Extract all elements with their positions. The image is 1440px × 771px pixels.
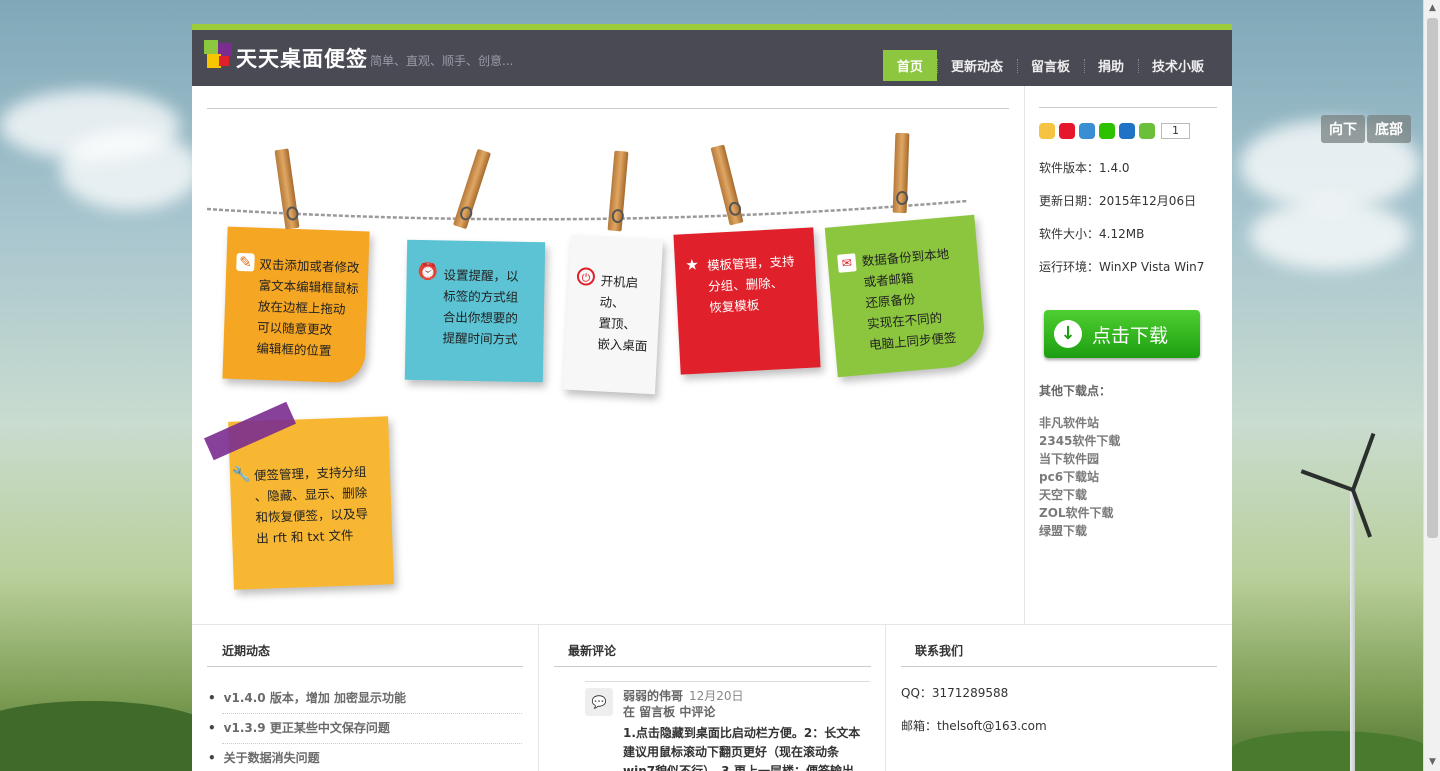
- other-download-title: 其他下载点：: [1039, 384, 1112, 398]
- note-text: 模板管理，支持 分组、删除、 恢复模板: [706, 253, 795, 315]
- footer: 近期动态 v1.4.0 版本，增加 加密显示功能 v1.3.9 更正某些中文保存…: [192, 624, 1232, 771]
- contact-email[interactable]: 邮箱：thelsoft@163.com: [901, 717, 1047, 734]
- note-text: 双击添加或者修改 富文本编辑框鼠标 放在边框上拖动 可以随意更改 编辑框的位置: [256, 256, 360, 359]
- download-site-link[interactable]: ZOL软件下载: [1039, 504, 1120, 522]
- site-slogan: 简单、直观、顺手、创意...: [370, 54, 514, 68]
- nav-updates[interactable]: 更新动态: [936, 50, 1017, 81]
- latest-comments-section: 最新评论 💬 弱弱的伟哥 12月20日 在 留言板 中评论 1.点击隐藏到桌面比启…: [538, 625, 885, 771]
- news-link[interactable]: v1.4.0 版本，增加 加密显示功能: [222, 684, 522, 714]
- scrollbar-thumb[interactable]: [1427, 18, 1438, 538]
- scroll-down-arrow-icon[interactable]: ▼: [1424, 754, 1440, 771]
- more-share-icon[interactable]: [1139, 123, 1155, 139]
- share-bar: 1: [1039, 123, 1190, 139]
- site-title[interactable]: 天天桌面便签: [236, 43, 368, 73]
- wind-turbine-icon: [1350, 490, 1355, 771]
- download-button[interactable]: ↓ 点击下载: [1044, 310, 1200, 358]
- background-trees: [0, 701, 220, 771]
- update-date: 更新日期：2015年12月06日: [1039, 194, 1197, 208]
- software-version: 软件版本：1.4.0: [1039, 161, 1130, 175]
- clothespin-icon: [892, 132, 910, 214]
- scroll-down-button[interactable]: 向下: [1321, 115, 1365, 143]
- download-site-link[interactable]: 天空下载: [1039, 486, 1120, 504]
- news-list: v1.4.0 版本，增加 加密显示功能 v1.3.9 更正某些中文保存问题 关于…: [222, 684, 522, 771]
- contact-qq: QQ：3171289588: [901, 686, 1009, 700]
- comment-divider: [585, 681, 870, 682]
- news-link[interactable]: v1.3.9 更正某些中文保存问题: [222, 714, 522, 744]
- wrench-icon: 🔧: [231, 465, 251, 484]
- section-divider: [207, 666, 523, 667]
- comment-author[interactable]: 弱弱的伟哥: [623, 689, 683, 703]
- contact-section: 联系我们 QQ：3171289588 邮箱：thelsoft@163.com: [885, 625, 1232, 771]
- comment-body[interactable]: 1.点击隐藏到桌面比启动栏方便。2：长文本建议用鼠标滚动下翻页更好（现在滚动条w…: [623, 724, 871, 771]
- float-nav: 向下 底部: [1321, 115, 1411, 143]
- site-header: 天天桌面便签 简单、直观、顺手、创意... 首页 更新动态 留言板 捐助 技术小…: [192, 30, 1232, 86]
- page-scrollbar[interactable]: ▲ ▼: [1423, 0, 1440, 771]
- nav-tech[interactable]: 技术小贩: [1137, 50, 1218, 81]
- feature-note-edit: ✎ 双击添加或者修改 富文本编辑框鼠标 放在边框上拖动 可以随意更改 编辑框的位…: [222, 226, 370, 384]
- news-link[interactable]: 关于数据消失问题: [222, 744, 522, 771]
- software-size: 软件大小：4.12MB: [1039, 227, 1145, 241]
- share-count: 1: [1161, 123, 1190, 139]
- note-text: 开机启动、 置顶、 嵌入桌面: [597, 273, 648, 354]
- weibo-share-icon[interactable]: [1059, 123, 1075, 139]
- section-divider: [554, 666, 871, 667]
- comment-avatar-icon: 💬: [585, 688, 613, 716]
- scroll-up-arrow-icon[interactable]: ▲: [1424, 0, 1440, 17]
- wechat-share-icon[interactable]: [1099, 123, 1115, 139]
- runtime-env: 运行环境：WinXP Vista Win7: [1039, 260, 1205, 274]
- note-text: 便签管理，支持分组 、隐藏、显示、删除 和恢复便签，以及导 出 rft 和 tx…: [253, 464, 369, 546]
- download-site-link[interactable]: 当下软件园: [1039, 450, 1120, 468]
- note-text: 设置提醒，以 标签的方式组 合出你想要的 提醒时间方式: [442, 267, 519, 347]
- logo-icon[interactable]: [204, 40, 234, 70]
- mail-icon: ✉: [837, 253, 857, 273]
- nav-guestbook[interactable]: 留言板: [1016, 50, 1084, 81]
- feature-note-backup: ✉ 数据备份到本地 或者邮箱 还原备份 实现在不同的 电脑上同步便签: [824, 214, 988, 378]
- comment-date: 12月20日: [689, 689, 744, 703]
- background-cloud: [60, 130, 200, 210]
- note-text: 数据备份到本地 或者邮箱 还原备份 实现在不同的 电脑上同步便签: [861, 246, 957, 353]
- tencent-weibo-share-icon[interactable]: [1079, 123, 1095, 139]
- recent-news-section: 近期动态 v1.4.0 版本，增加 加密显示功能 v1.3.9 更正某些中文保存…: [192, 625, 538, 771]
- nav-donate[interactable]: 捐助: [1083, 50, 1138, 81]
- power-icon: ⏻: [576, 267, 596, 286]
- sidebar: 1 软件版本：1.4.0 更新日期：2015年12月06日 软件大小：4.12M…: [1024, 86, 1232, 626]
- scroll-bottom-button[interactable]: 底部: [1367, 115, 1411, 143]
- download-arrow-icon: ↓: [1054, 320, 1082, 348]
- download-site-link[interactable]: 非凡软件站: [1039, 414, 1120, 432]
- turbine-blade: [1351, 432, 1376, 491]
- qzone-share-icon[interactable]: [1039, 123, 1055, 139]
- download-site-link[interactable]: 绿盟下载: [1039, 522, 1120, 540]
- comment-meta: 弱弱的伟哥 12月20日 在 留言板 中评论: [623, 688, 744, 720]
- download-site-link[interactable]: pc6下载站: [1039, 468, 1120, 486]
- download-site-link[interactable]: 2345软件下载: [1039, 432, 1120, 450]
- background-trees: [1230, 731, 1430, 771]
- background-cloud: [1250, 200, 1410, 270]
- download-label: 点击下载: [1092, 325, 1169, 347]
- alarm-icon: ⏰: [418, 262, 438, 281]
- sidebar-divider: [1039, 107, 1217, 108]
- renren-share-icon[interactable]: [1119, 123, 1135, 139]
- edit-icon: ✎: [236, 252, 255, 272]
- feature-note-template: ★ 模板管理，支持 分组、删除、 恢复模板: [673, 227, 821, 375]
- section-divider: [901, 666, 1217, 667]
- feature-note-startup: ⏻ 开机启动、 置顶、 嵌入桌面: [563, 234, 663, 395]
- recent-news-title: 近期动态: [222, 644, 271, 658]
- nav-home[interactable]: 首页: [882, 50, 937, 81]
- feature-showcase: ✎ 双击添加或者修改 富文本编辑框鼠标 放在边框上拖动 可以随意更改 编辑框的位…: [204, 108, 1009, 628]
- comment-location[interactable]: 在 留言板 中评论: [623, 704, 744, 720]
- latest-comments-title: 最新评论: [568, 644, 617, 658]
- contact-title: 联系我们: [915, 644, 964, 658]
- turbine-blade: [1300, 469, 1354, 492]
- star-icon: ★: [684, 255, 700, 275]
- page-container: 天天桌面便签 简单、直观、顺手、创意... 首页 更新动态 留言板 捐助 技术小…: [192, 24, 1232, 771]
- main-nav: 首页 更新动态 留言板 捐助 技术小贩: [882, 50, 1218, 81]
- feature-note-reminder: ⏰ 设置提醒，以 标签的方式组 合出你想要的 提醒时间方式: [404, 239, 546, 383]
- other-download-list: 非凡软件站 2345软件下载 当下软件园 pc6下载站 天空下载 ZOL软件下载…: [1039, 414, 1120, 540]
